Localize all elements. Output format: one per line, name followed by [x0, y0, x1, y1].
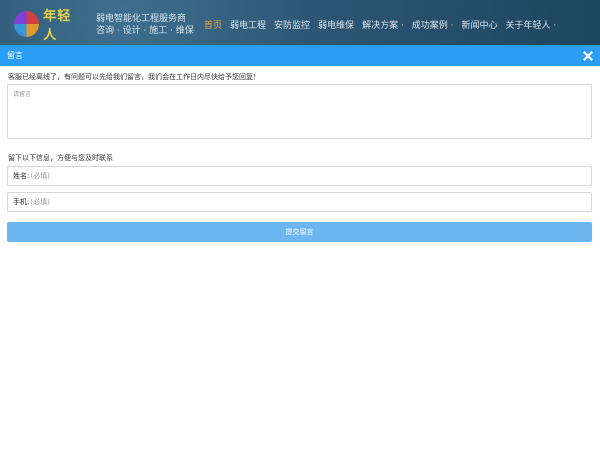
message-input[interactable]	[8, 85, 591, 138]
offline-notice: 客服已经离线了，有问题可以先给我们留言，我们会在工作日内尽快给予您回复！	[8, 73, 260, 81]
submit-button[interactable]: 提交留言	[7, 222, 592, 242]
message-dialog: 留言 客服已经离线了，有问题可以先给我们留言，我们会在工作日内尽快给予您回复！ …	[0, 45, 600, 450]
tagline-line2: 咨询 · 设计 · 施工 · 维保	[96, 26, 194, 36]
tagline-line1: 弱电智能化工程服务商	[96, 14, 187, 24]
contact-label: 留下以下信息，方便与您及时联系	[8, 154, 113, 162]
nav-item-solutions[interactable]: 解决方案 ·	[362, 18, 404, 31]
nav-item-home[interactable]: 首页	[204, 18, 222, 31]
dialog-title: 留言	[7, 51, 23, 60]
name-input[interactable]	[29, 172, 591, 180]
message-box	[7, 84, 592, 139]
phone-field: 手机:	[7, 192, 592, 212]
nav-item-security[interactable]: 安防监控	[274, 18, 310, 31]
site-header: 年轻人 弱电智能化工程服务商 咨询 · 设计 · 施工 · 维保 首页 弱电工程…	[0, 0, 600, 46]
nav-item-maintenance[interactable]: 弱电维保	[318, 18, 354, 31]
nav-item-news[interactable]: 新闻中心	[462, 18, 498, 31]
main-nav: 首页 弱电工程 安防监控 弱电维保 解决方案 · 成功案例 · 新闻中心 关于年…	[204, 18, 556, 31]
site-tagline: 弱电智能化工程服务商 咨询 · 设计 · 施工 · 维保	[96, 13, 194, 37]
nav-item-engineering[interactable]: 弱电工程	[230, 18, 266, 31]
nav-item-cases[interactable]: 成功案例 ·	[412, 18, 454, 31]
name-label: 姓名:	[13, 172, 30, 180]
logo-text: 年轻人	[43, 9, 72, 43]
name-field: 姓名:	[7, 166, 592, 186]
dialog-title-bar: 留言	[0, 45, 600, 66]
phone-label: 手机:	[13, 198, 30, 206]
nav-item-about[interactable]: 关于年轻人 ·	[506, 18, 557, 31]
phone-input[interactable]	[29, 198, 591, 206]
close-icon[interactable]	[583, 51, 593, 61]
logo-mark-icon	[14, 11, 40, 37]
site-logo[interactable]: 年轻人	[14, 9, 84, 43]
